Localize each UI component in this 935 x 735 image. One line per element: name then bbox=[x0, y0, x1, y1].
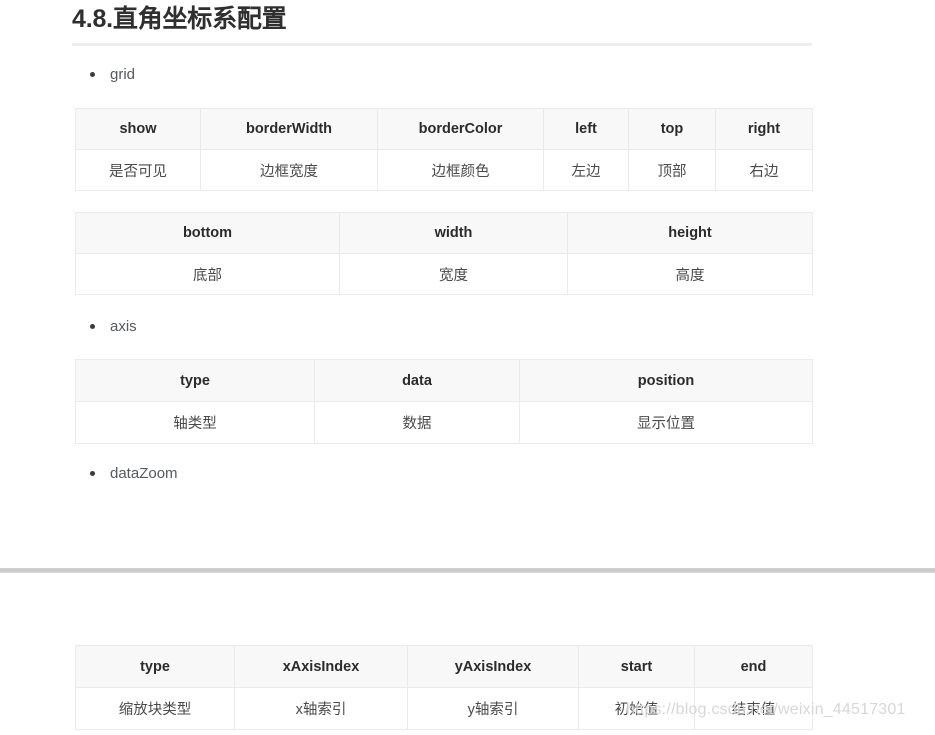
column-header-borderwidth: borderWidth bbox=[200, 108, 378, 150]
axis-table: type data position 轴类型 数据 显示位置 bbox=[75, 359, 813, 444]
list-item-label: dataZoom bbox=[110, 465, 178, 482]
table-cell: 底部 bbox=[75, 253, 340, 295]
column-header-height: height bbox=[567, 212, 813, 254]
grid-table-2: bottom width height 底部 宽度 高度 bbox=[75, 212, 813, 295]
table-header-row: type xAxisIndex yAxisIndex start end bbox=[75, 645, 813, 688]
list-item-label: axis bbox=[110, 318, 137, 335]
table-cell: 初始值 bbox=[578, 687, 695, 730]
table-cell: 轴类型 bbox=[75, 401, 315, 444]
table-cell: 右边 bbox=[715, 149, 813, 191]
column-header-data: data bbox=[314, 359, 520, 402]
table-cell: 左边 bbox=[543, 149, 629, 191]
table-cell: 结束值 bbox=[694, 687, 813, 730]
table-cell: 顶部 bbox=[628, 149, 716, 191]
page-title: 4.8.直角坐标系配置 bbox=[72, 4, 812, 46]
table-cell: 是否可见 bbox=[75, 149, 201, 191]
table-cell: 边框宽度 bbox=[200, 149, 378, 191]
bullet-dot-icon bbox=[90, 72, 95, 77]
table-cell: 边框颜色 bbox=[377, 149, 544, 191]
column-header-end: end bbox=[694, 645, 813, 688]
document-page: 4.8.直角坐标系配置 grid show borderWidth border… bbox=[0, 0, 935, 735]
table-cell: 宽度 bbox=[339, 253, 568, 295]
column-header-xaxisindex: xAxisIndex bbox=[234, 645, 408, 688]
table-header-row: type data position bbox=[75, 359, 813, 402]
table-row: 底部 宽度 高度 bbox=[75, 253, 813, 295]
column-header-top: top bbox=[628, 108, 716, 150]
column-header-yaxisindex: yAxisIndex bbox=[407, 645, 579, 688]
column-header-type: type bbox=[75, 645, 235, 688]
table-row: 缩放块类型 x轴索引 y轴索引 初始值 结束值 bbox=[75, 687, 813, 730]
datazoom-table: type xAxisIndex yAxisIndex start end 缩放块… bbox=[75, 645, 813, 730]
table-row: 是否可见 边框宽度 边框颜色 左边 顶部 右边 bbox=[75, 149, 813, 191]
column-header-bordercolor: borderColor bbox=[377, 108, 544, 150]
table-header-row: bottom width height bbox=[75, 212, 813, 254]
table-cell: 高度 bbox=[567, 253, 813, 295]
bullet-dot-icon bbox=[90, 324, 95, 329]
column-header-position: position bbox=[519, 359, 813, 402]
list-item-label: grid bbox=[110, 66, 136, 83]
table-header-row: show borderWidth borderColor left top ri… bbox=[75, 108, 813, 150]
table-cell: y轴索引 bbox=[407, 687, 579, 730]
table-cell: 数据 bbox=[314, 401, 520, 444]
column-header-show: show bbox=[75, 108, 201, 150]
table-row: 轴类型 数据 显示位置 bbox=[75, 401, 813, 444]
page-divider bbox=[0, 568, 935, 573]
table-cell: x轴索引 bbox=[234, 687, 408, 730]
column-header-width: width bbox=[339, 212, 568, 254]
column-header-left: left bbox=[543, 108, 629, 150]
table-cell: 显示位置 bbox=[519, 401, 813, 444]
column-header-type: type bbox=[75, 359, 315, 402]
table-cell: 缩放块类型 bbox=[75, 687, 235, 730]
grid-table-1: show borderWidth borderColor left top ri… bbox=[75, 108, 813, 191]
column-header-start: start bbox=[578, 645, 695, 688]
column-header-right: right bbox=[715, 108, 813, 150]
column-header-bottom: bottom bbox=[75, 212, 340, 254]
bullet-dot-icon bbox=[90, 471, 95, 476]
